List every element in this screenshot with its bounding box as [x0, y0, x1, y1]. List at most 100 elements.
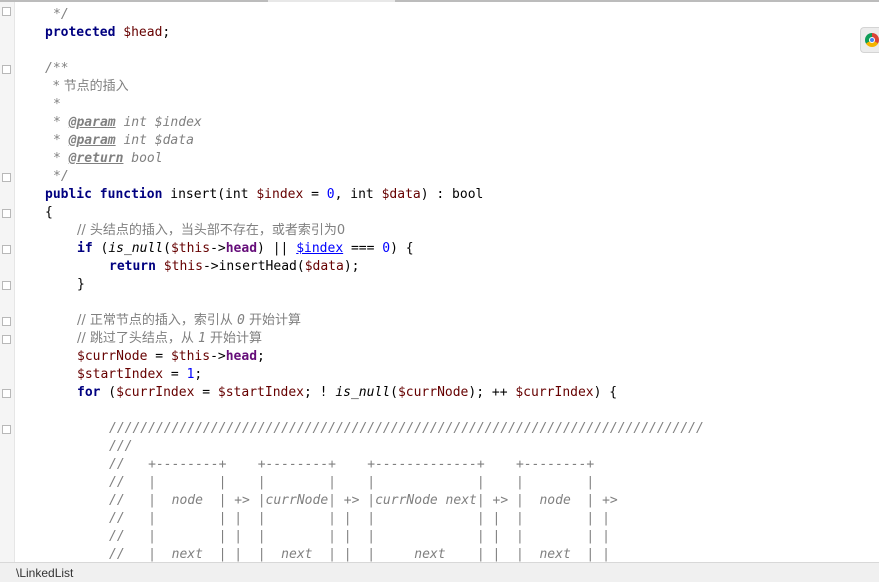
doc-comment-text: * 节点的插入 — [53, 79, 129, 94]
code-text: ( — [163, 241, 171, 256]
code-line: // 头结点的插入，当头部不存在，或者索引为0 — [77, 222, 345, 240]
keyword: for — [77, 385, 101, 400]
keyword: function — [99, 187, 163, 202]
code-line: if (is_null($this->head) || $index === 0… — [77, 240, 414, 258]
field: head — [225, 241, 258, 256]
fold-marker-icon[interactable] — [2, 317, 11, 326]
status-bar: \LinkedList — [0, 562, 879, 582]
chrome-icon — [865, 33, 879, 47]
variable: $this — [163, 259, 203, 274]
doc-comment-end: */ — [53, 7, 69, 22]
doc-tag: @param — [68, 133, 116, 148]
code-line: /// — [109, 438, 132, 456]
code-line: // 跳过了头结点，从 1 开始计算 — [77, 330, 262, 348]
doc-comment-text: bool — [123, 151, 163, 166]
code-text: ) : bool — [420, 187, 484, 202]
editor-gutter — [0, 2, 15, 562]
code-text: , int — [334, 187, 382, 202]
code-text: ( — [92, 241, 109, 256]
open-in-browser-button[interactable] — [860, 27, 879, 53]
code-text: = — [163, 367, 187, 382]
fold-marker-icon[interactable] — [2, 281, 11, 290]
fold-marker-icon[interactable] — [2, 245, 11, 254]
code-text: ( — [390, 385, 398, 400]
code-line: // | node | +> |currNode| +> |currNode n… — [109, 492, 618, 510]
code-line: return $this->insertHead($data); — [109, 258, 359, 276]
code-line: for ($currIndex = $startIndex; ! is_null… — [77, 384, 617, 402]
code-text: ) || — [257, 241, 297, 256]
code-line: public function insert(int $index = 0, i… — [45, 186, 483, 204]
code-text: ) { — [593, 385, 618, 400]
doc-tag: @param — [68, 115, 116, 130]
variable: $startIndex — [77, 367, 164, 382]
code-line: } — [77, 276, 85, 294]
line-comment: // 跳过了头结点，从 — [77, 331, 199, 346]
code-line: * @param int $data — [53, 132, 194, 150]
fold-marker-icon[interactable] — [2, 209, 11, 218]
variable: $startIndex — [217, 385, 304, 400]
line-comment: // +--------+ +--------+ +-------------+… — [109, 457, 595, 472]
doc-comment-text: int $data — [115, 133, 194, 148]
doc-comment-text: int $index — [115, 115, 202, 130]
doc-tag: @return — [68, 151, 124, 166]
fold-marker-icon[interactable] — [2, 425, 11, 434]
variable: $currNode — [397, 385, 469, 400]
code-line: * @param int $index — [53, 114, 202, 132]
doc-comment-text: * — [53, 97, 61, 112]
line-comment: 开始计算 — [205, 331, 262, 346]
field: head — [225, 349, 258, 364]
fold-marker-icon[interactable] — [2, 7, 11, 16]
code-line: // 正常节点的插入，索引从 0 开始计算 — [77, 312, 301, 330]
variable-link[interactable]: $index — [296, 241, 343, 256]
variable: $currNode — [77, 349, 148, 364]
code-line: protected $head; — [45, 24, 170, 42]
doc-comment-start: /** — [45, 61, 69, 76]
code-line: // | | | | | | | | — [109, 474, 594, 492]
function-call: is_null — [335, 385, 391, 400]
keyword: if — [77, 241, 93, 256]
line-comment: // 正常节点的插入，索引从 — [77, 313, 238, 328]
function-call: is_null — [108, 241, 164, 256]
code-line: */ — [53, 6, 69, 24]
keyword: protected — [45, 25, 116, 40]
code-text: insert(int — [162, 187, 257, 202]
code-line: /** — [45, 60, 68, 78]
code-text: ); ++ — [468, 385, 516, 400]
code-text: ; ! — [304, 385, 336, 400]
code-line: $currNode = $this->head; — [77, 348, 265, 366]
fold-marker-icon[interactable] — [2, 335, 11, 344]
code-editor[interactable]: */ protected $head; /** * 节点的插入 * * @par… — [15, 2, 879, 562]
keyword: return — [109, 259, 156, 274]
line-comment: // | | | | | | | | | | | | — [109, 529, 610, 544]
code-text: ; — [194, 367, 203, 382]
fold-marker-icon[interactable] — [2, 65, 11, 74]
code-line: // +--------+ +--------+ +-------------+… — [109, 456, 594, 474]
code-line: * 节点的插入 — [53, 78, 129, 96]
line-comment: // | node | +> |currNode| +> |currNode n… — [109, 493, 618, 508]
line-comment: 1 — [198, 331, 206, 346]
breadcrumb-path[interactable]: \LinkedList — [16, 566, 73, 580]
variable: $data — [304, 259, 344, 274]
variable: $head — [123, 25, 163, 40]
fold-marker-icon[interactable] — [2, 389, 11, 398]
code-line: $startIndex = 1; — [77, 366, 202, 384]
variable: $this — [170, 241, 211, 256]
code-line: * @return bool — [53, 150, 163, 168]
code-text: ; — [257, 349, 265, 364]
keyword: public — [45, 187, 92, 202]
code-text: ); — [343, 259, 360, 274]
line-comment: // | | | | | | | | | | | | — [109, 511, 610, 526]
line-comment: // 头结点的插入，当头部不存在，或者索引为0 — [77, 223, 346, 238]
doc-comment-text: * — [53, 133, 69, 148]
code-line: ////////////////////////////////////////… — [109, 420, 704, 438]
variable: $this — [170, 349, 211, 364]
variable: $data — [381, 187, 421, 202]
code-line: { — [45, 204, 53, 222]
line-comment: // | next | | | next | | | next | | | ne… — [109, 547, 610, 562]
fold-marker-icon[interactable] — [2, 173, 11, 182]
code-line: // | | | | | | | | | | | | — [109, 510, 610, 528]
doc-comment-text: * — [53, 115, 69, 130]
variable: $currIndex — [116, 385, 195, 400]
line-comment: /// — [109, 439, 133, 454]
number-literal: 0 — [326, 187, 335, 202]
